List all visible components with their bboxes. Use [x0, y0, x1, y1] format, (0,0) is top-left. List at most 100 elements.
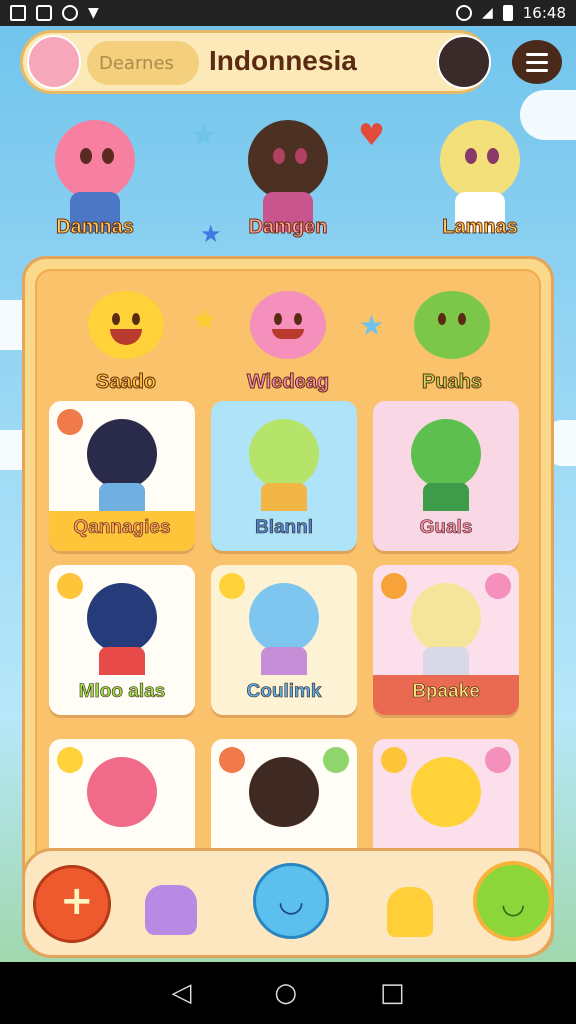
- eye: [132, 313, 140, 325]
- system-nav-bar: ◁ ○ □: [0, 962, 576, 1024]
- sad-face-icon: [414, 291, 490, 359]
- star-icon: ★: [200, 220, 222, 248]
- eye: [112, 313, 120, 325]
- character-body: [99, 647, 145, 675]
- menu-icon: [526, 52, 548, 56]
- nav-home[interactable]: ◡: [253, 863, 329, 939]
- character-card[interactable]: Mloo alas: [49, 565, 195, 715]
- character-card[interactable]: Guals: [373, 401, 519, 551]
- character-card[interactable]: Bpaake: [373, 565, 519, 715]
- hero-character-1[interactable]: Damnas: [30, 110, 160, 250]
- mouth: [272, 329, 304, 339]
- smiley-icon: ◡: [278, 884, 305, 919]
- card-label: Bpaake: [412, 681, 480, 703]
- character-avatar: [87, 419, 157, 489]
- bottom-nav: + ◡ ◡: [22, 848, 554, 958]
- character-body: [261, 483, 307, 511]
- hero-label: Lamnas: [442, 216, 519, 239]
- hero-label: Damgen: [248, 216, 328, 239]
- search-placeholder: Dearnes: [99, 52, 174, 74]
- signal-icon: ◢: [481, 5, 493, 21]
- emoji-badge-icon: [381, 573, 407, 599]
- character-head: [55, 120, 135, 200]
- eye: [273, 148, 285, 164]
- character-card[interactable]: Coulimk: [211, 565, 357, 715]
- character-avatar: [249, 757, 319, 827]
- emoji-badge-icon: [57, 409, 83, 435]
- eye: [295, 148, 307, 164]
- battery-icon: [502, 5, 513, 21]
- emoji-badge-icon: [323, 747, 349, 773]
- nav-pet[interactable]: [145, 885, 197, 935]
- character-body: [261, 647, 307, 675]
- eye: [294, 313, 302, 325]
- character-card[interactable]: Qannagies: [49, 401, 195, 551]
- nav-buddy[interactable]: [387, 887, 433, 937]
- mood-happy[interactable]: Saado: [51, 291, 201, 394]
- character-body: [99, 483, 145, 511]
- mood-love[interactable]: Wiedeag: [213, 291, 363, 394]
- character-avatar: [411, 583, 481, 653]
- eye: [102, 148, 114, 164]
- app-title: Indonnesia: [209, 45, 357, 76]
- plus-icon: +: [60, 878, 94, 924]
- emoji-badge-icon: [381, 747, 407, 773]
- hero-character-3[interactable]: Lamnas: [415, 110, 545, 250]
- character-head: [248, 120, 328, 200]
- mood-label: Saado: [95, 371, 157, 394]
- user-avatar[interactable]: [27, 35, 81, 89]
- menu-icon-line: [526, 68, 548, 72]
- status-time: 16:48: [522, 4, 566, 22]
- menu-button[interactable]: [512, 40, 562, 84]
- character-avatar: [249, 583, 319, 653]
- wifi-icon: ▼: [88, 5, 99, 21]
- eye: [80, 148, 92, 164]
- card-label: Qannagies: [73, 517, 171, 539]
- card-label: Guals: [419, 517, 473, 539]
- eye: [274, 313, 282, 325]
- search-input[interactable]: Dearnes: [87, 41, 199, 85]
- emoji-badge-icon: [219, 747, 245, 773]
- gallery-icon: [10, 5, 26, 21]
- mood-label: Puahs: [421, 371, 483, 394]
- nav-profile[interactable]: ◡: [473, 861, 553, 941]
- alarm-icon: [455, 5, 472, 21]
- status-bar: ▼ ◢ 16:48: [0, 0, 576, 26]
- emoji-badge-icon: [57, 747, 83, 773]
- character-body: [423, 483, 469, 511]
- emoji-badge-icon: [485, 747, 511, 773]
- lock-icon: [36, 5, 52, 21]
- character-avatar: [411, 757, 481, 827]
- eye: [465, 148, 477, 164]
- mood-sad[interactable]: Puahs: [377, 291, 527, 394]
- hero-character-2[interactable]: Damgen: [223, 110, 353, 250]
- eye: [438, 313, 446, 325]
- eye: [458, 313, 466, 325]
- card-label: Mloo alas: [78, 681, 166, 703]
- love-face-icon: [250, 291, 326, 359]
- panel-inner: Saado ★ Wiedeag ★ Puahs Qannagies Blannl…: [35, 269, 541, 889]
- emoji-badge-icon: [219, 573, 245, 599]
- home-icon[interactable]: ○: [274, 978, 297, 1008]
- mouth: [110, 329, 142, 345]
- card-label: Blannl: [254, 517, 314, 539]
- top-bar: Dearnes Indonnesia: [20, 30, 491, 94]
- character-avatar: [249, 419, 319, 489]
- eye: [487, 148, 499, 164]
- app-screen: ▼ ◢ 16:48 Dearnes Indonnesia Damnas Damg…: [0, 0, 576, 1024]
- friend-avatar[interactable]: [437, 35, 491, 89]
- menu-icon-line: [526, 60, 548, 64]
- character-body: [423, 647, 469, 675]
- star-icon: ★: [190, 118, 217, 153]
- emoji-badge-icon: [485, 573, 511, 599]
- recents-icon[interactable]: □: [380, 978, 405, 1008]
- character-avatar: [87, 757, 157, 827]
- sync-icon: [62, 5, 78, 21]
- character-card[interactable]: Blannl: [211, 401, 357, 551]
- happy-face-icon: [88, 291, 164, 359]
- character-avatar: [87, 583, 157, 653]
- emoji-badge-icon: [57, 573, 83, 599]
- add-button[interactable]: +: [33, 865, 111, 943]
- character-head: [440, 120, 520, 200]
- back-icon[interactable]: ◁: [171, 978, 191, 1008]
